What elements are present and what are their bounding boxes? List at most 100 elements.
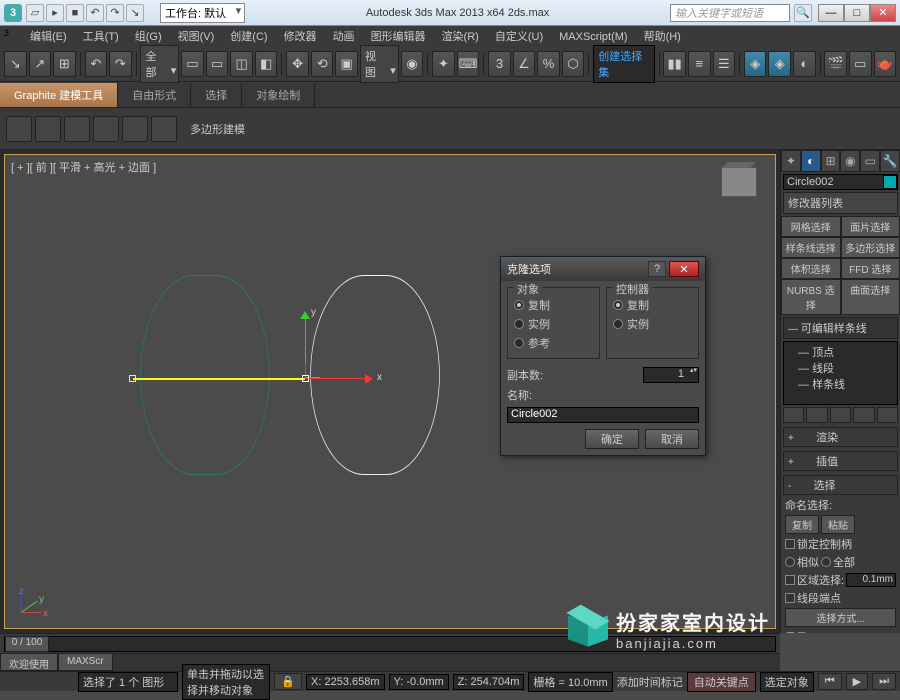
hierarchy-tab[interactable]: ⊞	[821, 150, 841, 172]
menu-item[interactable]: 自定义(U)	[487, 29, 551, 45]
redo-icon[interactable]: ↷	[109, 51, 132, 77]
select-by-button[interactable]: 选择方式...	[785, 608, 896, 627]
ribbon-button[interactable]	[122, 116, 148, 142]
lock-selection-icon[interactable]: 🔒	[274, 673, 302, 690]
play-icon[interactable]: ▶	[846, 673, 868, 690]
menu-item[interactable]: 视图(V)	[170, 29, 223, 45]
schematic-icon[interactable]: ◈	[768, 51, 791, 77]
ribbon-button[interactable]	[64, 116, 90, 142]
open-icon[interactable]: ▸	[46, 4, 64, 22]
object-name-field[interactable]: Circle002	[783, 174, 898, 190]
ribbon-tab[interactable]: 对象绘制	[242, 83, 315, 107]
gizmo-y-arrow[interactable]	[300, 311, 310, 319]
modifier-preset-button[interactable]: 网格选择	[781, 216, 841, 237]
modifier-preset-button[interactable]: NURBS 选择	[781, 279, 841, 315]
viewcube[interactable]	[721, 167, 757, 197]
menu-item[interactable]: 编辑(E)	[22, 29, 75, 45]
menu-item[interactable]: 工具(T)	[75, 29, 127, 45]
render-setup-icon[interactable]: 🎬	[824, 51, 847, 77]
select-region-icon[interactable]: ◫	[230, 51, 253, 77]
ref-coord-dropdown[interactable]: 视图	[360, 45, 399, 83]
lock-handles-checkbox[interactable]: 锁定控制柄	[785, 536, 896, 552]
configure-icon[interactable]	[877, 407, 898, 423]
menu-item[interactable]: 图形编辑器	[363, 29, 434, 45]
utilities-tab[interactable]: 🔧	[880, 150, 900, 172]
search-icon[interactable]: 🔍	[794, 4, 812, 22]
keyboard-icon[interactable]: ⌨	[457, 51, 480, 77]
app-icon[interactable]: 3	[4, 4, 22, 22]
seg-end-checkbox[interactable]: 线段端点	[785, 590, 896, 606]
menu-item[interactable]: 动画	[325, 29, 363, 45]
welcome-tab[interactable]: 欢迎使用	[0, 653, 58, 671]
render-frame-icon[interactable]: ▭	[849, 51, 872, 77]
gizmo-x-axis[interactable]	[305, 378, 365, 379]
mirror-icon[interactable]: ▮▮	[663, 51, 686, 77]
pin-stack-icon[interactable]	[783, 407, 804, 423]
modifier-preset-button[interactable]: 样条线选择	[781, 237, 841, 258]
auto-key-button[interactable]: 自动关键点	[687, 672, 756, 692]
select-icon[interactable]: ▭	[181, 51, 204, 77]
bind-icon[interactable]: ⊞	[53, 51, 76, 77]
ctrl-option-instance[interactable]: 实例	[613, 316, 692, 332]
material-editor-icon[interactable]: ◐	[793, 51, 816, 77]
display-tab[interactable]: ▭	[860, 150, 880, 172]
similar-radio[interactable]	[785, 557, 795, 567]
ctrl-option-copy[interactable]: 复制	[613, 297, 692, 313]
clone-name-input[interactable]: Circle002	[507, 407, 699, 423]
add-time-tag[interactable]: 添加时间标记	[617, 674, 683, 690]
menu-item[interactable]: 创建(C)	[222, 29, 275, 45]
ok-button[interactable]: 确定	[585, 429, 639, 449]
cancel-button[interactable]: 取消	[645, 429, 699, 449]
modifier-preset-button[interactable]: 面片选择	[841, 216, 900, 237]
undo-icon[interactable]: ↶	[86, 4, 104, 22]
app-menu-icon[interactable]: 3	[4, 28, 20, 44]
option-instance[interactable]: 实例	[514, 316, 593, 332]
modifier-preset-button[interactable]: FFD 选择	[841, 258, 900, 279]
time-slider-thumb[interactable]: 0 / 100	[5, 636, 49, 652]
coord-y[interactable]: Y: -0.0mm	[389, 674, 449, 690]
show-end-icon[interactable]	[806, 407, 827, 423]
link-icon[interactable]: ↘	[4, 51, 27, 77]
rollout-selection[interactable]: - 选择	[783, 475, 898, 495]
viewport-label[interactable]: [ + ][ 前 ][ 平滑 + 高光 + 边面 ]	[11, 159, 156, 175]
modify-tab[interactable]: ◐	[801, 150, 821, 172]
time-slider[interactable]: 0 / 100	[0, 633, 780, 653]
copy-selection-button[interactable]: 复制	[785, 515, 819, 534]
menu-item[interactable]: 修改器	[276, 29, 325, 45]
ribbon-tab[interactable]: 自由形式	[118, 83, 191, 107]
ribbon-button[interactable]	[6, 116, 32, 142]
spinner-snap-icon[interactable]: ⬡	[562, 51, 585, 77]
coord-x[interactable]: X: 2253.658m	[306, 674, 385, 690]
menu-item[interactable]: 渲染(R)	[434, 29, 487, 45]
modifier-preset-button[interactable]: 多边形选择	[841, 237, 900, 258]
menu-item[interactable]: 组(G)	[127, 29, 170, 45]
close-button[interactable]: ✕	[870, 4, 896, 22]
dialog-titlebar[interactable]: 克隆选项 ? ✕	[501, 257, 705, 281]
maximize-button[interactable]: □	[844, 4, 870, 22]
ribbon-button[interactable]	[151, 116, 177, 142]
track-bar[interactable]	[0, 653, 780, 671]
gizmo-x-arrow[interactable]	[365, 374, 373, 384]
minimize-button[interactable]: —	[818, 4, 844, 22]
pivot-icon[interactable]: ◉	[401, 51, 424, 77]
curve-editor-icon[interactable]: ◈	[744, 51, 767, 77]
select-name-icon[interactable]: ▭	[206, 51, 229, 77]
rollout-interp[interactable]: + 插值	[783, 451, 898, 471]
modifier-preset-button[interactable]: 曲面选择	[841, 279, 900, 315]
angle-snap-icon[interactable]: ∠	[513, 51, 536, 77]
named-selection-input[interactable]: 创建选择集	[593, 45, 654, 83]
rotate-icon[interactable]: ⟲	[311, 51, 334, 77]
help-search-input[interactable]: 输入关键字或短语	[670, 4, 790, 22]
next-key-icon[interactable]: ⏭	[872, 673, 896, 690]
modifier-preset-button[interactable]: 体积选择	[781, 258, 841, 279]
redo-icon[interactable]: ↷	[106, 4, 124, 22]
menu-item[interactable]: 帮助(H)	[636, 29, 689, 45]
render-icon[interactable]: 🫖	[874, 51, 897, 77]
save-icon[interactable]: ■	[66, 4, 84, 22]
ribbon-tab[interactable]: Graphite 建模工具	[0, 83, 118, 107]
ribbon-button[interactable]	[93, 116, 119, 142]
gizmo-origin[interactable]	[302, 375, 309, 382]
move-icon[interactable]: ✥	[286, 51, 309, 77]
window-crossing-icon[interactable]: ◧	[255, 51, 278, 77]
modifier-list-dropdown[interactable]: 修改器列表	[783, 192, 898, 214]
